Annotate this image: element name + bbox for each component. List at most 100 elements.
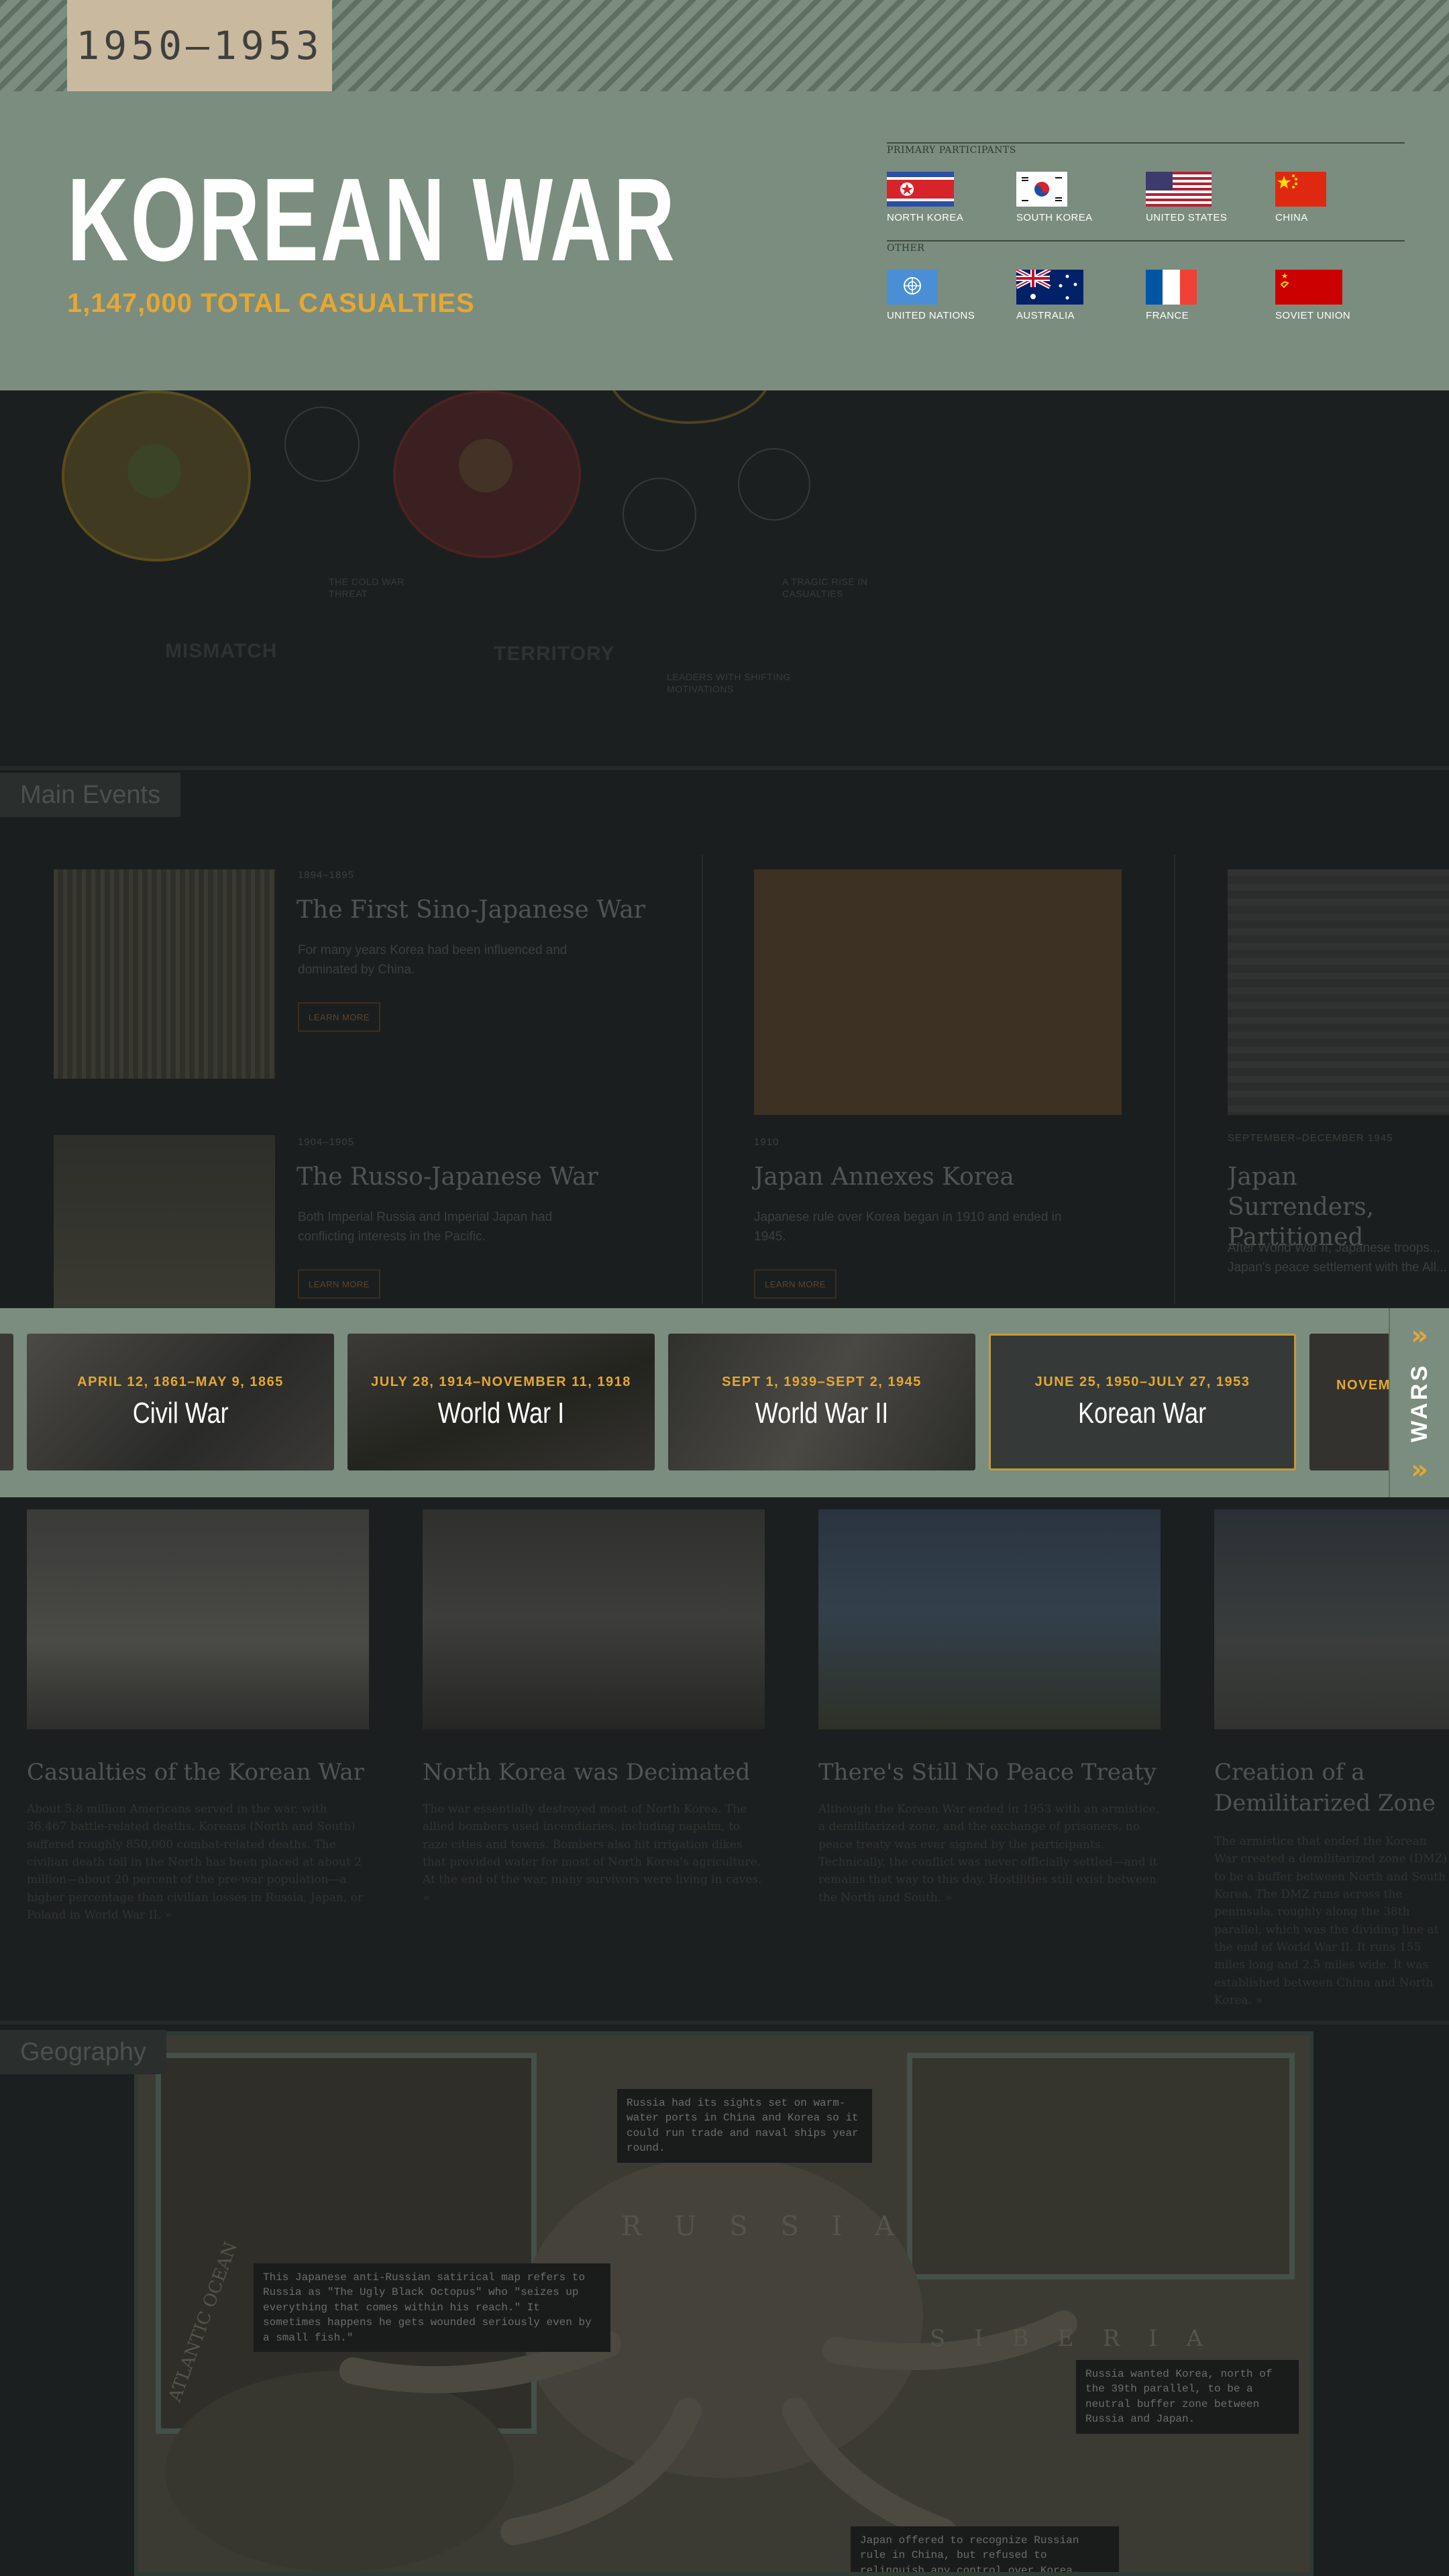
war-name: World War II — [755, 1396, 889, 1430]
divider — [887, 240, 1405, 241]
wars-carousel: APRIL 12, 1861–MAY 9, 1865 Civil War JUL… — [0, 1308, 1449, 1497]
aftermath-title[interactable]: Casualties of the Korean War — [27, 1758, 389, 1788]
sino-japanese-war-image[interactable] — [54, 869, 275, 1079]
map-label-siberia: S I B E R I A — [930, 2325, 1214, 2352]
participant-france[interactable]: FRANCE — [1146, 270, 1267, 321]
small-circle[interactable] — [284, 407, 360, 482]
double-chevron-right-icon: » — [1411, 1454, 1428, 1485]
war-dates: JULY 28, 1914–NOVEMBER 11, 1918 — [371, 1374, 631, 1389]
learn-more-button[interactable]: LEARN MORE — [754, 1269, 837, 1299]
total-casualties: 1,147,000 TOTAL CASUALTIES — [67, 288, 475, 318]
japan-surrender-image[interactable] — [1228, 869, 1449, 1115]
territory-label: TERRITORY — [494, 643, 615, 665]
section-divider — [0, 2021, 1449, 2025]
event-text: Japanese rule over Korea began in 1910 a… — [754, 1210, 1062, 1244]
participant-name: NORTH KOREA — [887, 212, 964, 223]
north-korea-photo[interactable] — [423, 1509, 765, 1729]
war-header: 1950–1953 KOREAN WAR 1,147,000 TOTAL CAS… — [0, 0, 1449, 390]
war-dates: NOVEM — [1336, 1377, 1391, 1393]
map-annotation[interactable]: Russia had its sights set on warm-water … — [617, 2089, 872, 2163]
war-dates: SEPT 1, 1939–SEPT 2, 1945 — [722, 1374, 922, 1389]
wars-tab[interactable]: » WARS » — [1389, 1308, 1449, 1497]
map-annotation[interactable]: Japan offered to recognize Russian rule … — [851, 2526, 1119, 2572]
column-divider — [702, 855, 703, 1304]
peace-treaty-photo[interactable] — [818, 1509, 1161, 1729]
geography-section: R U S S I A S I B E R I A ATLANTIC OCEAN… — [0, 2021, 1449, 2576]
map-annotation[interactable]: This Japanese anti-Russian satirical map… — [254, 2263, 610, 2352]
participant-name: UNITED STATES — [1146, 212, 1228, 223]
event-date: 1910 — [754, 1136, 780, 1148]
united-nations-flag-icon — [887, 270, 938, 305]
map-annotation[interactable]: Russia wanted Korea, north of the 39th p… — [1076, 2360, 1299, 2434]
annexation-document-image[interactable] — [754, 869, 1122, 1115]
participant-south-korea[interactable]: SOUTH KOREA — [1016, 172, 1137, 223]
war-card-korean-war-selected[interactable]: JUNE 25, 1950–JULY 27, 1953 Korean War — [989, 1334, 1296, 1470]
war-card-world-war-i[interactable]: JULY 28, 1914–NOVEMBER 11, 1918 World Wa… — [347, 1334, 655, 1470]
russo-japanese-war-image[interactable] — [54, 1135, 275, 1308]
aftermath-title[interactable]: North Korea was Decimated — [423, 1758, 785, 1788]
column-divider — [1174, 855, 1175, 1304]
event-title[interactable]: The Russo-Japanese War — [297, 1162, 672, 1192]
other-participants-heading: OTHER — [887, 243, 925, 254]
small-circle[interactable] — [623, 478, 696, 551]
event-text: After World War II, Japanese troops... J… — [1228, 1241, 1447, 1275]
war-card-civil-war[interactable]: APRIL 12, 1861–MAY 9, 1865 Civil War — [27, 1334, 334, 1470]
event-date: 1894–1895 — [298, 869, 355, 881]
australia-flag-icon — [1016, 270, 1083, 305]
aftermath-title[interactable]: There's Still No Peace Treaty — [818, 1758, 1181, 1788]
learn-more-button[interactable]: LEARN MORE — [298, 1002, 380, 1032]
war-card[interactable] — [0, 1334, 13, 1470]
aftermath-title[interactable]: Creation of a Demilitarized Zone — [1214, 1758, 1449, 1819]
primary-participants-heading: PRIMARY PARTICIPANTS — [887, 145, 1016, 156]
participant-name: FRANCE — [1146, 310, 1189, 321]
map-label-russia: R U S S I A — [621, 2211, 906, 2242]
learn-more-button[interactable]: LEARN MORE — [298, 1269, 380, 1299]
war-card-background — [0, 1334, 13, 1470]
octopus-satirical-map[interactable]: R U S S I A S I B E R I A ATLANTIC OCEAN… — [134, 2031, 1313, 2576]
leaders-label: LEADERS WITH SHIFTING MOTIVATIONS — [667, 672, 791, 695]
war-dates: JUNE 25, 1950–JULY 27, 1953 — [1034, 1374, 1250, 1389]
event-date: SEPTEMBER–DECEMBER 1945 — [1228, 1132, 1393, 1144]
participant-soviet-union[interactable]: SOVIET UNION — [1275, 270, 1396, 321]
war-dates: APRIL 12, 1861–MAY 9, 1865 — [77, 1374, 284, 1389]
participant-name: SOUTH KOREA — [1016, 212, 1093, 223]
geography-heading: Geography — [0, 2030, 167, 2074]
participant-china[interactable]: CHINA — [1275, 172, 1396, 223]
event-text: For many years Korea had been influenced… — [298, 943, 568, 977]
united-states-flag-icon — [1146, 172, 1212, 207]
aftermath-text: The armistice that ended the Korean War … — [1214, 1835, 1448, 2008]
war-title: KOREAN WAR — [67, 154, 677, 286]
south-korea-flag-icon — [1016, 172, 1067, 207]
event-title[interactable]: Japan Annexes Korea — [754, 1162, 1130, 1192]
event-title[interactable]: The First Sino-Japanese War — [297, 895, 672, 925]
aftermath-text: About 5.8 million Americans served in th… — [27, 1803, 364, 1923]
main-events-heading: Main Events — [0, 773, 181, 817]
war-card-world-war-ii[interactable]: SEPT 1, 1939–SEPT 2, 1945 World War II — [668, 1334, 975, 1470]
cold-war-label: THE COLD WAR THREAT — [329, 576, 405, 600]
war-name: Korean War — [1078, 1396, 1207, 1430]
casualties-photo[interactable] — [27, 1509, 369, 1729]
event-date: 1904–1905 — [298, 1136, 355, 1148]
wars-tab-label: WARS — [1406, 1363, 1432, 1442]
year-range-badge: 1950–1953 — [67, 0, 332, 91]
participant-north-korea[interactable]: NORTH KOREA — [887, 172, 1008, 223]
casualties-label: A TRAGIC RISE IN CASUALTIES — [782, 576, 868, 600]
participant-australia[interactable]: AUSTRALIA — [1016, 270, 1137, 321]
dimmed-infographic: MISMATCH TERRITORY THE COLD WAR THREAT L… — [0, 323, 1449, 766]
participant-united-states[interactable]: UNITED STATES — [1146, 172, 1267, 223]
event-text: Both Imperial Russia and Imperial Japan … — [298, 1210, 553, 1244]
soviet-union-flag-icon — [1275, 270, 1342, 305]
small-circle[interactable] — [738, 448, 810, 521]
china-flag-icon — [1275, 172, 1326, 207]
participant-name: SOVIET UNION — [1275, 310, 1351, 321]
war-name: Civil War — [132, 1396, 229, 1430]
dmz-photo[interactable] — [1214, 1509, 1449, 1729]
participant-name: CHINA — [1275, 212, 1308, 223]
section-divider — [0, 766, 1449, 770]
double-chevron-right-icon: » — [1411, 1320, 1428, 1351]
france-flag-icon — [1146, 270, 1197, 305]
mismatch-label: MISMATCH — [165, 640, 278, 662]
participant-united-nations[interactable]: UNITED NATIONS — [887, 270, 1008, 321]
map-icon — [459, 439, 513, 492]
divider — [887, 142, 1405, 144]
